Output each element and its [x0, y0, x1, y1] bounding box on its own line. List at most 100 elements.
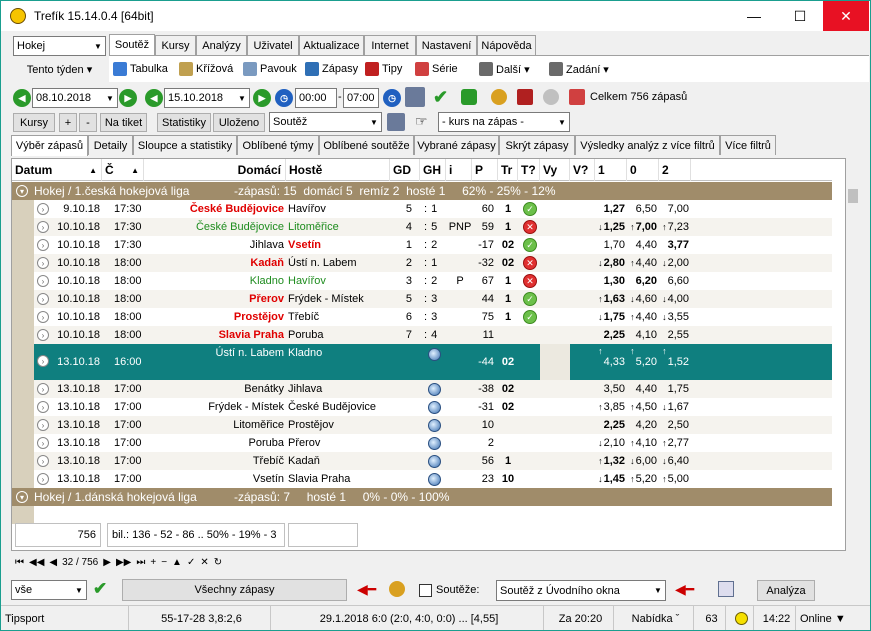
vsechny-zapasy-button[interactable]: Všechny zápasy [122, 579, 347, 601]
tab-soutez[interactable]: Soutěž [109, 34, 155, 55]
table-row[interactable]: › 10.10.18 17:30 České Budějovice Litoměřice… [12, 218, 832, 236]
last-icon[interactable]: ⏭ [136, 557, 145, 568]
next-page-icon[interactable]: ▶▶ [116, 557, 131, 568]
na-tiket-button[interactable]: Na tiket [100, 113, 147, 132]
col-cas[interactable]: Č ▲ [102, 159, 144, 181]
minimize-button[interactable]: — [731, 1, 777, 31]
prev-date-icon[interactable]: ◀ [13, 89, 31, 107]
time-from-field[interactable]: 00:00 [295, 88, 337, 108]
globe-icon[interactable] [427, 382, 441, 396]
globe-icon[interactable] [427, 418, 441, 432]
table-row[interactable]: › 10.10.18 18:00 Kadaň Ústí n. Labem 2:1 -32 02… [12, 254, 832, 272]
calendar-icon[interactable] [405, 87, 425, 107]
tab-analyzy[interactable]: Analýzy [196, 35, 247, 55]
col-odds-2[interactable]: 2 [659, 159, 691, 181]
table-row-partial[interactable] [12, 506, 832, 524]
plus-button[interactable]: + [59, 113, 77, 132]
subtab-skryt-zapasy[interactable]: Skrýt zápasy [499, 135, 575, 155]
col-t[interactable]: T? [518, 159, 540, 181]
maximize-button[interactable]: ☐ [777, 1, 823, 31]
table-row[interactable]: › 10.10.18 18:00 Prostějov Třebíč 6:3 75 1 ✓ ↓ 1,7… [12, 308, 832, 326]
table-row[interactable]: › 13.10.18 17:00 Litoměřice Prostějov 10 2,25 4… [12, 416, 832, 434]
zoom-icon[interactable] [543, 89, 559, 105]
col-v[interactable]: V? [570, 159, 595, 181]
next-date2-icon[interactable]: ▶ [253, 89, 271, 107]
prev-icon[interactable]: ◀ [49, 557, 57, 568]
table-row[interactable]: › 10.10.18 18:00 Přerov Frýdek - Místek 5:3 44… [12, 290, 832, 308]
subtab-oblibene-tymy[interactable]: Oblíbené týmy [237, 135, 319, 155]
kursy-button[interactable]: Kursy [13, 113, 55, 132]
globe-icon[interactable] [427, 436, 441, 450]
vertical-scrollbar[interactable] [846, 181, 860, 551]
person-icon[interactable] [389, 581, 405, 597]
col-tr[interactable]: Tr [498, 159, 518, 181]
scroll-thumb[interactable] [848, 189, 858, 203]
col-datum[interactable]: Datum ▲ [12, 159, 102, 181]
collapse-icon[interactable]: ▾ [16, 185, 28, 197]
subtab-vysledky-analyz[interactable]: Výsledky analýz z více filtrů [575, 135, 720, 155]
subtab-detaily[interactable]: Detaily [88, 135, 133, 155]
tab-kursy[interactable]: Kursy [155, 35, 196, 55]
table-row[interactable]: › 10.10.18 18:00 Slavia Praha Poruba 7:4 11 2,2… [12, 326, 832, 344]
tab-uzivatel[interactable]: Uživatel [247, 35, 299, 55]
table-row[interactable]: › 10.10.18 18:00 Kladno Havířov 3:2 P 67 1 ✕ 1,30 6… [12, 272, 832, 290]
analyza-button[interactable]: Analýza [757, 580, 815, 601]
globe-icon[interactable] [427, 400, 441, 414]
statistiky-button[interactable]: Statistiky [157, 113, 211, 132]
group-header[interactable]: ▾ Hokej / 1.česká hokejová liga -zápasů: 1… [12, 182, 832, 200]
first-icon[interactable]: ⏮ [15, 557, 24, 568]
souteze-checkbox[interactable] [419, 584, 432, 597]
tipy-button[interactable]: Tipy [365, 60, 402, 78]
add-icon[interactable]: + [150, 557, 156, 568]
clock2-icon[interactable]: ◷ [383, 89, 401, 107]
zapasy-button[interactable]: Zápasy [305, 60, 358, 78]
status-nabidka[interactable]: Nabídka ˇ [614, 606, 694, 630]
globe-icon[interactable] [427, 472, 441, 486]
note-icon[interactable] [517, 89, 533, 105]
table-row[interactable]: › 13.10.18 17:00 Benátky Jihlava -38 02 3,50 4,4… [12, 380, 832, 398]
table-row[interactable]: › 9.10.18 17:30 České Budějovice Havířov 5:1 6… [12, 200, 832, 218]
edit-icon[interactable]: ▲ [172, 557, 182, 568]
col-domaci[interactable]: Domácí [144, 159, 286, 181]
zadani-menu[interactable]: Zadání ▾ [549, 60, 609, 78]
confirm-check-icon[interactable]: ✔ [433, 87, 448, 108]
col-p[interactable]: P [472, 159, 498, 181]
subtab-vybrane-zapasy[interactable]: Vybrané zápasy [414, 135, 499, 155]
col-odds-0[interactable]: 0 [627, 159, 659, 181]
kurs-select[interactable]: - kurs na zápas - ▼ [438, 112, 570, 132]
clock-icon[interactable]: ◷ [275, 89, 293, 107]
euro-icon[interactable] [461, 89, 477, 105]
save-icon[interactable]: ✓ [187, 557, 195, 568]
collapse-icon[interactable]: ▾ [16, 491, 28, 503]
subtab-vyber-zapasu[interactable]: Výběr zápasů [11, 135, 88, 156]
week-menu[interactable]: Tento týden ▾ [13, 59, 106, 79]
status-online[interactable]: Online ▼ [796, 606, 870, 630]
subtab-vice-filtru[interactable]: Více filtrů [720, 135, 776, 155]
table-row[interactable]: › 13.10.18 17:00 Poruba Přerov 2 ↓ 2,10 ↑ 4,10 ↑ 2,… [12, 434, 832, 452]
col-gh[interactable]: GH [420, 159, 446, 181]
export-icon[interactable] [387, 113, 405, 131]
coins-icon[interactable] [491, 89, 507, 105]
serie-button[interactable]: Série [415, 60, 458, 78]
time-to-field[interactable]: 07:00 [343, 88, 379, 108]
col-i[interactable]: i [446, 159, 472, 181]
refresh-icon[interactable]: ↻ [214, 557, 222, 568]
vse-select[interactable]: vše ▼ [11, 580, 87, 600]
col-hoste[interactable]: Hostě [286, 159, 390, 181]
date-from-field[interactable]: 08.10.2018 ▼ [32, 88, 118, 108]
table-row[interactable]: › 13.10.18 17:00 Frýdek - Místek České Buděj… [12, 398, 832, 416]
minus-button[interactable]: - [79, 113, 97, 132]
col-odds-1[interactable]: 1 [595, 159, 627, 181]
next-date-icon[interactable]: ▶ [119, 89, 137, 107]
col-vy[interactable]: Vy [540, 159, 570, 181]
soutez-z-select[interactable]: Soutěž z Úvodního okna ▼ [496, 580, 666, 601]
col-gd[interactable]: GD [390, 159, 420, 181]
globe-icon[interactable] [427, 347, 441, 361]
cancel-icon[interactable]: ✕ [200, 557, 208, 568]
krizova-button[interactable]: Křížová [179, 60, 233, 78]
close-button[interactable]: ✕ [823, 1, 869, 31]
group-header[interactable]: ▾ Hokej / 1.dánská hokejová liga -zápasů: … [12, 488, 832, 506]
subtab-sloupce[interactable]: Sloupce a statistiky [133, 135, 237, 155]
table-row[interactable]: › 13.10.18 17:00 Třebíč Kadaň 56 1 ↑ 1,32 ↓ 6,00 ↓ 6… [12, 452, 832, 470]
soutez-select[interactable]: Soutěž ▼ [269, 112, 382, 132]
